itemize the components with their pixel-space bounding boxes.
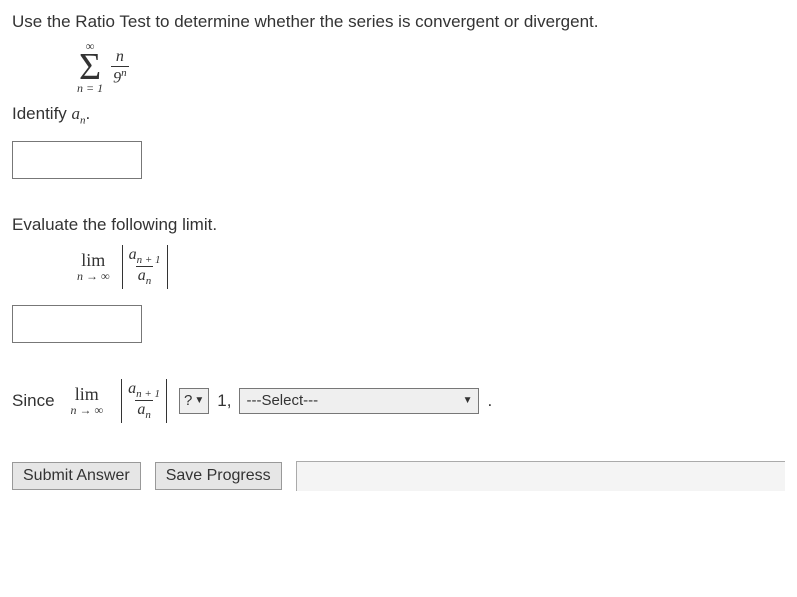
since-lim-subscript: n → ∞ <box>71 404 104 417</box>
abs-bar-right <box>167 245 168 289</box>
chevron-down-icon: ▼ <box>463 395 473 406</box>
limit-value-input[interactable] <box>12 305 142 343</box>
lim-subscript: n → ∞ <box>77 270 110 283</box>
comparison-one-label: 1, <box>217 391 231 411</box>
series-expression: ∞ Σ n = 1 n 9n <box>77 40 785 94</box>
since-conclusion-row: Since lim n → ∞ an + 1 an ? ▼ 1, ---Sele… <box>12 379 785 423</box>
since-ratio-denominator: an <box>135 400 153 421</box>
since-abs-bar-left <box>121 379 122 423</box>
ratio-numerator: an + 1 <box>127 246 163 266</box>
problem-instruction: Use the Ratio Test to determine whether … <box>12 12 785 32</box>
fraction-denominator: 9n <box>111 66 129 87</box>
series-fraction: n 9n <box>111 48 129 87</box>
chevron-down-icon: ▼ <box>194 395 204 406</box>
sigma-lower-bound: n = 1 <box>77 82 103 94</box>
evaluate-limit-prompt: Evaluate the following limit. <box>12 215 785 235</box>
abs-bar-left <box>122 245 123 289</box>
sigma-symbol: Σ <box>79 52 101 82</box>
since-label: Since <box>12 391 55 411</box>
conclusion-select[interactable]: ---Select--- ▼ <box>239 388 479 414</box>
ratio-denominator: an <box>136 266 154 287</box>
since-ratio-numerator: an + 1 <box>126 380 162 400</box>
fraction-numerator: n <box>114 48 126 66</box>
button-row: Submit Answer Save Progress <box>12 461 785 491</box>
since-lim-symbol: lim <box>75 385 99 404</box>
conclusion-select-value: ---Select--- <box>246 392 318 409</box>
since-abs-bar-right <box>166 379 167 423</box>
identify-label: Identify an. <box>12 104 785 126</box>
period-label: . <box>487 391 492 411</box>
save-progress-button[interactable]: Save Progress <box>155 462 282 490</box>
limit-expression: lim n → ∞ an + 1 an <box>77 245 785 289</box>
submit-answer-button[interactable]: Submit Answer <box>12 462 141 490</box>
comparison-select-value: ? <box>184 392 192 409</box>
comparison-select[interactable]: ? ▼ <box>179 388 209 414</box>
lim-symbol: lim <box>81 251 105 270</box>
work-area <box>296 461 785 491</box>
identify-an-input[interactable] <box>12 141 142 179</box>
